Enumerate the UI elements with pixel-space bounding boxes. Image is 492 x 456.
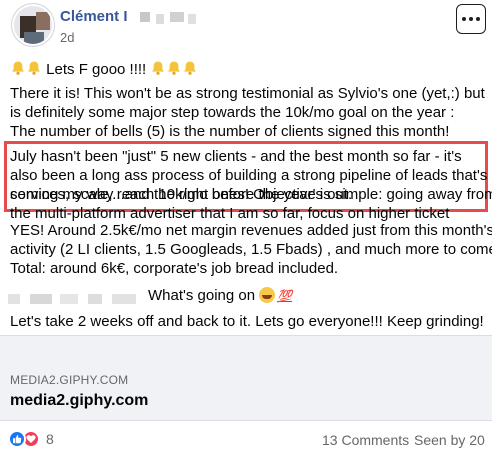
post-line-10: YES! Around 2.5k€/mo net margin revenues… [10,222,492,239]
redaction-block [88,294,102,304]
post-line-13-text: What's going on [148,287,256,304]
post-timestamp[interactable]: 2d [60,30,74,45]
post-line-12: Total: around 6k€, corporate's job bread… [10,260,339,277]
bell-icon [10,60,26,76]
bell-icon [26,60,42,76]
post-line-13: What's going on 💯 [148,287,292,304]
redaction-block [188,14,196,24]
reactions-summary[interactable]: 8 [8,430,54,448]
post-line-5: July hasn't been "just" 5 new clients - … [10,148,462,165]
reaction-count: 8 [46,431,54,447]
redaction-block [112,294,136,304]
post-line-1-text: Lets F gooo !!!! [46,61,147,78]
seen-by-count[interactable]: Seen by 20 [414,432,485,448]
link-preview-card[interactable]: MEDIA2.GIPHY.COM media2.giphy.com [0,335,492,421]
laughing-emoji-icon [259,287,276,303]
redaction-block [170,12,184,22]
link-preview-title[interactable]: media2.giphy.com [10,392,148,410]
redaction-block [156,14,164,24]
avatar[interactable] [12,4,54,46]
post-line-1: Lets F gooo !!!! [10,60,198,79]
hundred-points-emoji: 💯 [277,289,293,303]
more-options-icon[interactable] [456,4,486,34]
post-line-9-text: services, scale, reach 10k/mo before the… [10,186,353,203]
post-line-11: activity (2 LI clients, 1.5 Googleads, 1… [10,241,492,258]
facebook-post: Clément I 2d Lets F gooo !!!! There it i… [0,0,492,456]
link-preview-domain: MEDIA2.GIPHY.COM [10,373,129,387]
bell-icon [166,60,182,76]
bell-icon [182,60,198,76]
post-line-4: The number of bells (5) is the number of… [10,123,450,140]
post-line-3: is definitely some major step towards th… [10,104,455,121]
post-line-6: also been a long ass process of building… [10,167,488,184]
redaction-block [60,294,78,304]
like-reaction-icon [8,430,26,448]
redaction-block [30,294,52,304]
post-line-14: Let's take 2 weeks off and back to it. L… [10,313,484,330]
author-name[interactable]: Clément I [60,8,128,25]
redaction-block [8,294,20,304]
post-line-2: There it is! This won't be as strong tes… [10,85,485,102]
bell-icon [150,60,166,76]
redaction-block [140,12,150,22]
comments-count-link[interactable]: 13 Comments [322,432,409,448]
